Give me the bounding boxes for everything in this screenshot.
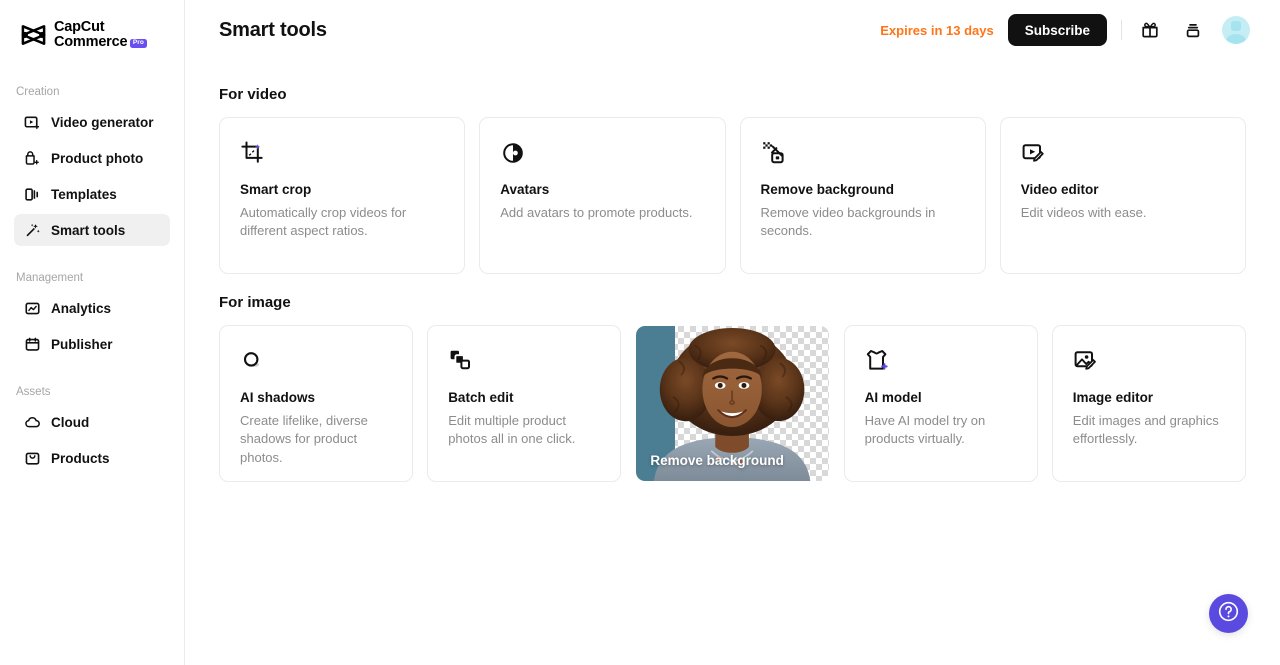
sidebar-item-smart-tools[interactable]: Smart tools xyxy=(14,214,170,246)
sidebar-group-label-management: Management xyxy=(16,272,84,284)
sidebar-item-label: Cloud xyxy=(51,414,90,430)
stack-icon[interactable] xyxy=(1179,16,1207,44)
brand-line-1: CapCut xyxy=(54,18,105,35)
card-title: Avatars xyxy=(500,182,550,197)
section-for-image: For image AI shadows Create lifelike, di… xyxy=(219,294,1246,482)
card-title: Remove background xyxy=(760,182,895,197)
help-circle-icon xyxy=(1218,601,1239,627)
sidebar-item-products[interactable]: Products xyxy=(14,442,170,474)
card-description: Create lifelike, diverse shadows for pro… xyxy=(240,413,368,465)
top-bar: Smart tools Expires in 13 days Subscribe xyxy=(185,0,1280,60)
sidebar-item-label: Templates xyxy=(51,186,117,202)
card-description: Add avatars to promote products. xyxy=(500,205,693,220)
card-title: AI shadows xyxy=(240,390,316,405)
tool-card-smart-crop[interactable]: Smart crop Automatically crop videos for… xyxy=(219,117,466,274)
card-description: Have AI model try on products virtually. xyxy=(864,413,986,447)
sidebar-item-product-photo[interactable]: Product photo xyxy=(14,142,170,174)
sidebar-group-label-creation: Creation xyxy=(16,86,60,98)
analytics-icon xyxy=(24,300,41,317)
capcut-logo-icon xyxy=(20,23,47,47)
brand-logo[interactable]: CapCut Commerce Pro xyxy=(0,18,184,52)
product-photo-icon xyxy=(24,150,41,167)
toolbar-divider xyxy=(1121,20,1122,40)
card-title: Smart crop xyxy=(240,182,312,197)
preview-label: Remove background xyxy=(650,453,784,468)
main-area: Smart tools Expires in 13 days Subscribe xyxy=(185,0,1280,665)
pro-badge: Pro xyxy=(130,39,147,48)
section-title: For image xyxy=(219,294,291,311)
expiry-notice: Expires in 13 days xyxy=(880,22,994,38)
gift-icon[interactable] xyxy=(1136,16,1164,44)
templates-icon xyxy=(24,186,41,203)
sidebar-item-cloud[interactable]: Cloud xyxy=(14,406,170,438)
card-title: Image editor xyxy=(1072,390,1154,405)
tool-card-remove-background-image[interactable]: Remove background xyxy=(635,325,830,482)
remove-background-icon xyxy=(761,140,965,166)
brand-line-2: Commerce xyxy=(54,34,128,50)
top-bar-actions: Expires in 13 days Subscribe xyxy=(880,14,1250,46)
subscribe-button[interactable]: Subscribe xyxy=(1007,14,1107,46)
sidebar-item-label: Video generator xyxy=(51,114,154,130)
publisher-icon xyxy=(24,336,41,353)
sidebar-item-label: Publisher xyxy=(51,336,113,352)
card-grid-video: Smart crop Automatically crop videos for… xyxy=(219,117,1246,274)
sidebar-item-label: Products xyxy=(51,450,110,466)
card-description: Remove video backgrounds in seconds. xyxy=(760,205,936,239)
content-area: For video Smart crop Automatically crop … xyxy=(185,60,1280,482)
tool-card-ai-model[interactable]: AI model Have AI model try on products v… xyxy=(843,325,1038,482)
card-title: Video editor xyxy=(1020,182,1099,197)
sidebar-item-label: Smart tools xyxy=(51,222,126,238)
sidebar-item-video-generator[interactable]: Video generator xyxy=(14,106,170,138)
avatar-head xyxy=(1231,21,1241,31)
image-editor-icon xyxy=(1073,348,1225,374)
sidebar-item-publisher[interactable]: Publisher xyxy=(14,328,170,360)
ai-shadows-icon xyxy=(240,348,392,374)
card-description: Edit multiple product photos all in one … xyxy=(448,413,576,447)
brand-name: CapCut Commerce Pro xyxy=(54,18,147,50)
sidebar-item-analytics[interactable]: Analytics xyxy=(14,292,170,324)
tool-card-image-editor[interactable]: Image editor Edit images and graphics ef… xyxy=(1051,325,1246,482)
video-editor-icon xyxy=(1021,140,1225,166)
smart-crop-icon xyxy=(240,140,444,166)
card-description: Automatically crop videos for different … xyxy=(240,205,407,239)
sidebar: CapCut Commerce Pro Creation Video gener… xyxy=(0,0,185,665)
products-icon xyxy=(24,450,41,467)
card-title: Batch edit xyxy=(448,390,514,405)
page-title: Smart tools xyxy=(219,18,327,41)
avatar[interactable] xyxy=(1222,16,1250,44)
tool-card-batch-edit[interactable]: Batch edit Edit multiple product photos … xyxy=(427,325,622,482)
card-grid-image: AI shadows Create lifelike, diverse shad… xyxy=(219,325,1246,482)
card-title: AI model xyxy=(864,390,922,405)
sidebar-group-label-assets: Assets xyxy=(16,386,51,398)
remove-background-preview: Remove background xyxy=(636,326,829,481)
batch-edit-icon xyxy=(448,348,600,374)
tool-card-remove-background-video[interactable]: Remove background Remove video backgroun… xyxy=(739,117,986,274)
app-root: CapCut Commerce Pro Creation Video gener… xyxy=(0,0,1280,665)
help-button[interactable] xyxy=(1209,594,1248,633)
avatars-icon xyxy=(500,140,704,166)
cloud-icon xyxy=(24,414,41,431)
section-title: For video xyxy=(219,86,287,103)
sidebar-item-label: Analytics xyxy=(51,300,112,316)
card-description: Edit images and graphics effortlessly. xyxy=(1072,413,1219,447)
tool-card-video-editor[interactable]: Video editor Edit videos with ease. xyxy=(999,117,1246,274)
ai-model-icon xyxy=(865,348,1017,374)
sidebar-item-label: Product photo xyxy=(51,150,144,166)
card-description: Edit videos with ease. xyxy=(1020,205,1147,220)
smart-tools-icon xyxy=(24,222,41,239)
tool-card-ai-shadows[interactable]: AI shadows Create lifelike, diverse shad… xyxy=(219,325,414,482)
tool-card-avatars[interactable]: Avatars Add avatars to promote products. xyxy=(479,117,726,274)
avatar-body xyxy=(1225,34,1247,44)
video-generator-icon xyxy=(24,114,41,131)
section-for-video: For video Smart crop Automatically crop … xyxy=(219,86,1246,274)
sidebar-item-templates[interactable]: Templates xyxy=(14,178,170,210)
